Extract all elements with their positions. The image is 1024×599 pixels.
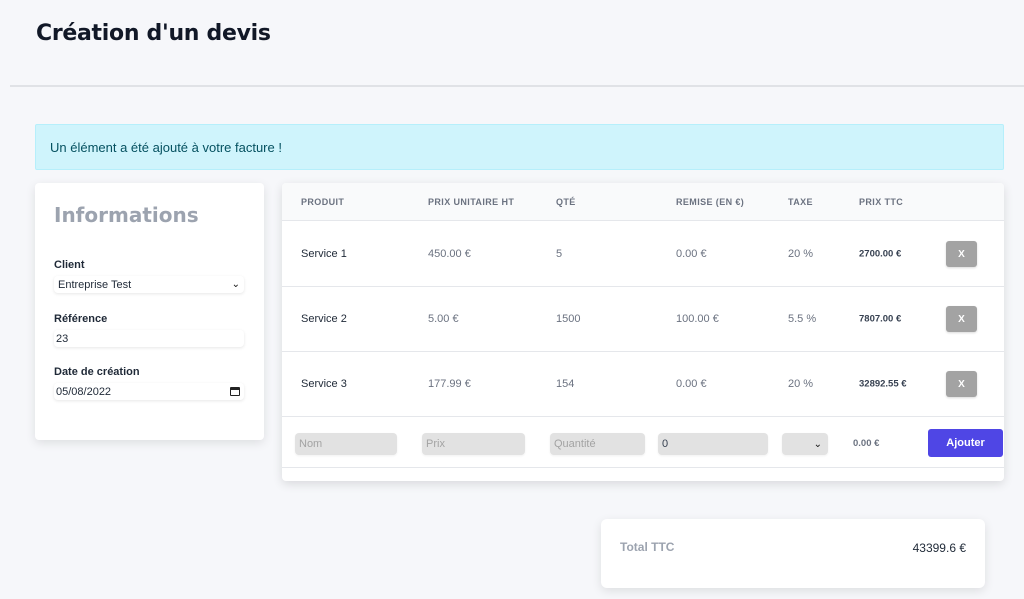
- page-title: Création d'un devis: [36, 21, 271, 46]
- quantite-input[interactable]: Quantité: [550, 433, 645, 455]
- cell-produit: Service 2: [301, 313, 347, 325]
- chevron-down-icon: ⌄: [813, 438, 822, 450]
- taxe-select[interactable]: ⌄: [782, 433, 828, 455]
- cell-produit: Service 1: [301, 248, 347, 260]
- column-header-prix: PRIX UNITAIRE HT: [428, 197, 515, 207]
- cell-taxe: 20 %: [788, 248, 814, 260]
- date-input[interactable]: 05/08/2022: [54, 383, 244, 400]
- cell-prix: 5.00 €: [428, 313, 459, 325]
- nom-placeholder: Nom: [299, 438, 323, 450]
- client-select[interactable]: Entreprise Test ⌄: [54, 276, 244, 293]
- total-value: 43399.6 €: [912, 541, 966, 555]
- prix-placeholder: Prix: [426, 438, 445, 450]
- cell-remise: 100.00 €: [676, 313, 719, 325]
- success-alert: Un élément a été ajouté à votre facture …: [35, 124, 1004, 170]
- items-table: PRODUIT PRIX UNITAIRE HT QTÉ REMISE (EN …: [282, 183, 1004, 481]
- cell-taxe: 5.5 %: [788, 313, 817, 325]
- prix-input[interactable]: Prix: [422, 433, 525, 455]
- new-item-total: 0.00 €: [853, 438, 880, 449]
- total-label: Total TTC: [620, 540, 675, 554]
- remise-value: 0: [662, 438, 669, 450]
- delete-row-button[interactable]: X: [946, 306, 977, 332]
- client-value: Entreprise Test: [58, 278, 132, 291]
- table-row: Service 2 5.00 € 1500 100.00 € 5.5 % 780…: [282, 287, 1004, 352]
- column-header-remise: REMISE (EN €): [676, 197, 745, 207]
- date-label: Date de création: [54, 366, 140, 378]
- add-item-row: Nom Prix Quantité 0 ⌄ 0.00 € Ajouter: [282, 417, 1004, 468]
- delete-row-button[interactable]: X: [946, 241, 977, 267]
- cell-ttc: 7807.00 €: [859, 313, 902, 325]
- cell-remise: 0.00 €: [676, 378, 707, 390]
- add-item-button[interactable]: Ajouter: [928, 429, 1003, 457]
- table-row: Service 3 177.99 € 154 0.00 € 20 % 32892…: [282, 352, 1004, 417]
- cell-prix: 177.99 €: [428, 378, 471, 390]
- table-header: PRODUIT PRIX UNITAIRE HT QTÉ REMISE (EN …: [282, 183, 1004, 221]
- chevron-down-icon: ⌄: [231, 279, 240, 290]
- nom-input[interactable]: Nom: [295, 433, 397, 455]
- remise-input[interactable]: 0: [658, 433, 768, 455]
- column-header-produit: PRODUIT: [301, 197, 345, 207]
- quantite-placeholder: Quantité: [554, 438, 596, 450]
- column-header-qte: QTÉ: [556, 197, 576, 207]
- table-row: Service 1 450.00 € 5 0.00 € 20 % 2700.00…: [282, 222, 1004, 287]
- column-header-ttc: PRIX TTC: [859, 197, 904, 207]
- cell-remise: 0.00 €: [676, 248, 707, 260]
- cell-qte: 5: [556, 248, 563, 260]
- column-header-taxe: TAXE: [788, 197, 813, 207]
- info-title: Informations: [54, 203, 199, 227]
- cell-qte: 1500: [556, 313, 581, 325]
- cell-produit: Service 3: [301, 378, 347, 390]
- cell-ttc: 32892.55 €: [859, 378, 907, 390]
- reference-label: Référence: [54, 313, 108, 325]
- cell-taxe: 20 %: [788, 378, 814, 390]
- reference-value: 23: [56, 332, 69, 345]
- date-value: 05/08/2022: [56, 385, 112, 398]
- reference-input[interactable]: 23: [54, 330, 244, 347]
- cell-prix: 450.00 €: [428, 248, 471, 260]
- cell-qte: 154: [556, 378, 575, 390]
- header-divider: [10, 85, 1024, 87]
- calendar-icon[interactable]: [230, 387, 240, 396]
- cell-ttc: 2700.00 €: [859, 248, 902, 260]
- delete-row-button[interactable]: X: [946, 371, 977, 397]
- alert-message: Un élément a été ajouté à votre facture …: [50, 139, 282, 155]
- total-card: Total TTC 43399.6 €: [601, 519, 985, 588]
- client-label: Client: [54, 259, 85, 271]
- info-card: Informations Client Entreprise Test ⌄ Ré…: [35, 183, 264, 440]
